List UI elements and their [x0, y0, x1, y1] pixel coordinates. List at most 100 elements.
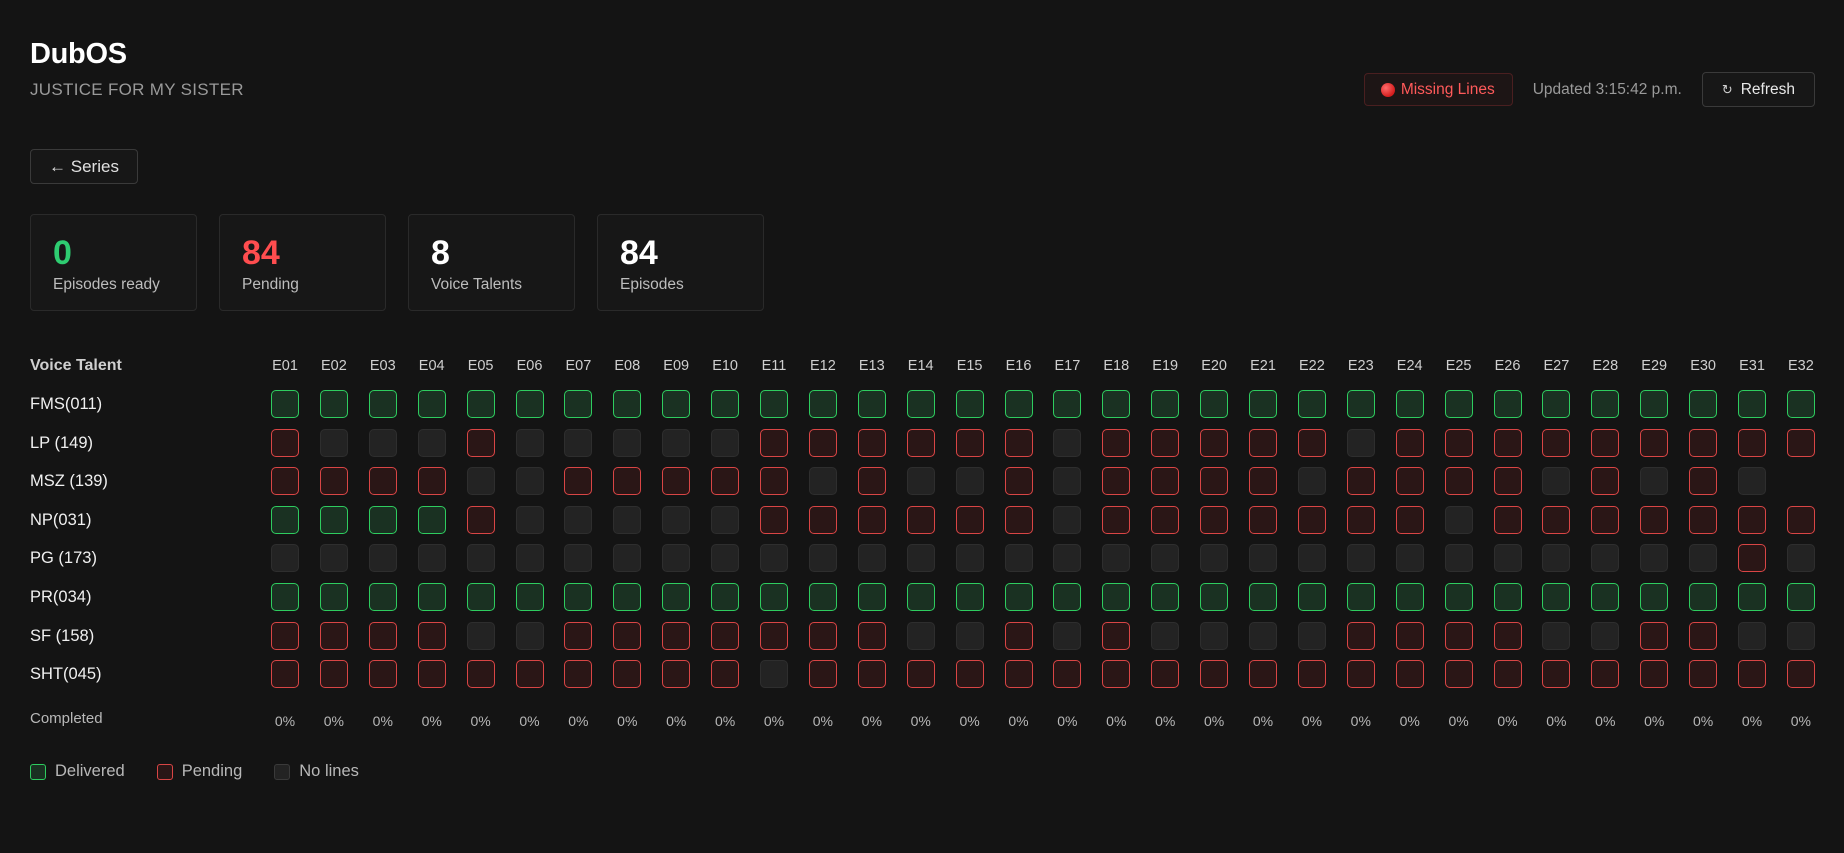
episode-cell-pending[interactable] [808, 621, 837, 650]
episode-cell-pending[interactable] [1102, 660, 1131, 689]
episode-cell-delivered[interactable] [857, 390, 886, 418]
episode-cell-pending[interactable] [1297, 505, 1326, 534]
episode-cell-no-lines[interactable] [515, 621, 544, 650]
episode-cell-pending[interactable] [466, 505, 495, 534]
episode-cell-pending[interactable] [711, 660, 740, 689]
episode-cell-delivered[interactable] [1689, 390, 1718, 418]
episode-cell-pending[interactable] [1395, 467, 1424, 496]
episode-cell-delivered[interactable] [1395, 390, 1424, 418]
episode-cell-no-lines[interactable] [319, 428, 348, 457]
episode-cell-delivered[interactable] [368, 505, 397, 534]
episode-cell-delivered[interactable] [1786, 583, 1815, 611]
episode-cell-pending[interactable] [906, 660, 935, 689]
episode-cell-delivered[interactable] [857, 583, 886, 611]
episode-cell-no-lines[interactable] [662, 505, 691, 534]
episode-cell-no-lines[interactable] [1346, 428, 1375, 457]
episode-cell-pending[interactable] [1738, 544, 1766, 573]
episode-cell-pending[interactable] [1738, 505, 1766, 534]
episode-cell-no-lines[interactable] [1346, 544, 1375, 573]
episode-cell-no-lines[interactable] [564, 428, 593, 457]
episode-cell-no-lines[interactable] [1297, 621, 1326, 650]
episode-cell-pending[interactable] [1738, 428, 1766, 457]
episode-cell-delivered[interactable] [1102, 583, 1131, 611]
episode-cell-no-lines[interactable] [466, 544, 495, 573]
episode-cell-delivered[interactable] [466, 583, 495, 611]
episode-cell-no-lines[interactable] [1053, 621, 1082, 650]
episode-cell-pending[interactable] [1591, 660, 1620, 689]
episode-cell-delivered[interactable] [564, 583, 593, 611]
episode-cell-pending[interactable] [1542, 660, 1571, 689]
episode-cell-no-lines[interactable] [711, 428, 740, 457]
episode-cell-delivered[interactable] [906, 390, 935, 418]
episode-cell-no-lines[interactable] [1640, 467, 1669, 496]
episode-cell-delivered[interactable] [1493, 390, 1522, 418]
episode-cell-pending[interactable] [1444, 428, 1473, 457]
episode-cell-no-lines[interactable] [760, 544, 788, 573]
episode-cell-pending[interactable] [319, 467, 348, 496]
episode-cell-pending[interactable] [1395, 660, 1424, 689]
episode-cell-pending[interactable] [1151, 505, 1180, 534]
episode-cell-pending[interactable] [1249, 505, 1277, 534]
episode-cell-pending[interactable] [711, 467, 740, 496]
refresh-button[interactable]: ↻ Refresh [1701, 72, 1815, 107]
episode-cell-pending[interactable] [760, 621, 788, 650]
episode-cell-delivered[interactable] [417, 390, 446, 418]
episode-cell-delivered[interactable] [1102, 390, 1131, 418]
episode-cell-no-lines[interactable] [955, 544, 984, 573]
episode-cell-no-lines[interactable] [1591, 544, 1620, 573]
episode-cell-pending[interactable] [760, 467, 788, 496]
episode-cell-pending[interactable] [368, 467, 397, 496]
episode-cell-no-lines[interactable] [1444, 505, 1473, 534]
episode-cell-no-lines[interactable] [613, 428, 642, 457]
episode-cell-pending[interactable] [1444, 467, 1473, 496]
episode-cell-pending[interactable] [515, 660, 544, 689]
episode-cell-no-lines[interactable] [1053, 467, 1082, 496]
episode-cell-pending[interactable] [1689, 621, 1718, 650]
episode-cell-pending[interactable] [613, 467, 642, 496]
episode-cell-no-lines[interactable] [1444, 544, 1473, 573]
episode-cell-no-lines[interactable] [857, 544, 886, 573]
episode-cell-no-lines[interactable] [271, 544, 299, 573]
episode-cell-delivered[interactable] [1444, 583, 1473, 611]
episode-cell-no-lines[interactable] [1151, 621, 1180, 650]
episode-cell-no-lines[interactable] [1738, 467, 1766, 496]
episode-cell-pending[interactable] [466, 428, 495, 457]
episode-cell-pending[interactable] [1395, 621, 1424, 650]
episode-cell-no-lines[interactable] [1542, 467, 1571, 496]
episode-cell-delivered[interactable] [1493, 583, 1522, 611]
episode-cell-pending[interactable] [1004, 660, 1033, 689]
episode-cell-pending[interactable] [1200, 467, 1229, 496]
episode-cell-no-lines[interactable] [1200, 544, 1229, 573]
episode-cell-pending[interactable] [271, 467, 299, 496]
episode-cell-pending[interactable] [1004, 467, 1033, 496]
episode-cell-no-lines[interactable] [1493, 544, 1522, 573]
episode-cell-pending[interactable] [662, 467, 691, 496]
episode-cell-no-lines[interactable] [1297, 467, 1326, 496]
episode-cell-pending[interactable] [1591, 505, 1620, 534]
episode-cell-pending[interactable] [955, 505, 984, 534]
episode-cell-pending[interactable] [1249, 467, 1277, 496]
episode-cell-delivered[interactable] [1444, 390, 1473, 418]
episode-cell-no-lines[interactable] [662, 428, 691, 457]
episode-cell-delivered[interactable] [319, 583, 348, 611]
episode-cell-pending[interactable] [417, 621, 446, 650]
episode-cell-delivered[interactable] [808, 390, 837, 418]
episode-cell-delivered[interactable] [319, 505, 348, 534]
episode-cell-delivered[interactable] [1004, 583, 1033, 611]
episode-cell-delivered[interactable] [613, 583, 642, 611]
episode-cell-pending[interactable] [1689, 505, 1718, 534]
episode-cell-pending[interactable] [808, 505, 837, 534]
episode-cell-no-lines[interactable] [711, 544, 740, 573]
episode-cell-no-lines[interactable] [1004, 544, 1033, 573]
episode-cell-pending[interactable] [1297, 660, 1326, 689]
episode-cell-delivered[interactable] [1200, 390, 1229, 418]
episode-cell-pending[interactable] [1689, 467, 1718, 496]
episode-cell-delivered[interactable] [1346, 390, 1375, 418]
episode-cell-pending[interactable] [466, 660, 495, 689]
episode-cell-pending[interactable] [1053, 660, 1082, 689]
episode-cell-no-lines[interactable] [1786, 544, 1815, 573]
episode-cell-no-lines[interactable] [613, 544, 642, 573]
episode-cell-pending[interactable] [1640, 660, 1669, 689]
episode-cell-pending[interactable] [564, 660, 593, 689]
episode-cell-no-lines[interactable] [1053, 544, 1082, 573]
